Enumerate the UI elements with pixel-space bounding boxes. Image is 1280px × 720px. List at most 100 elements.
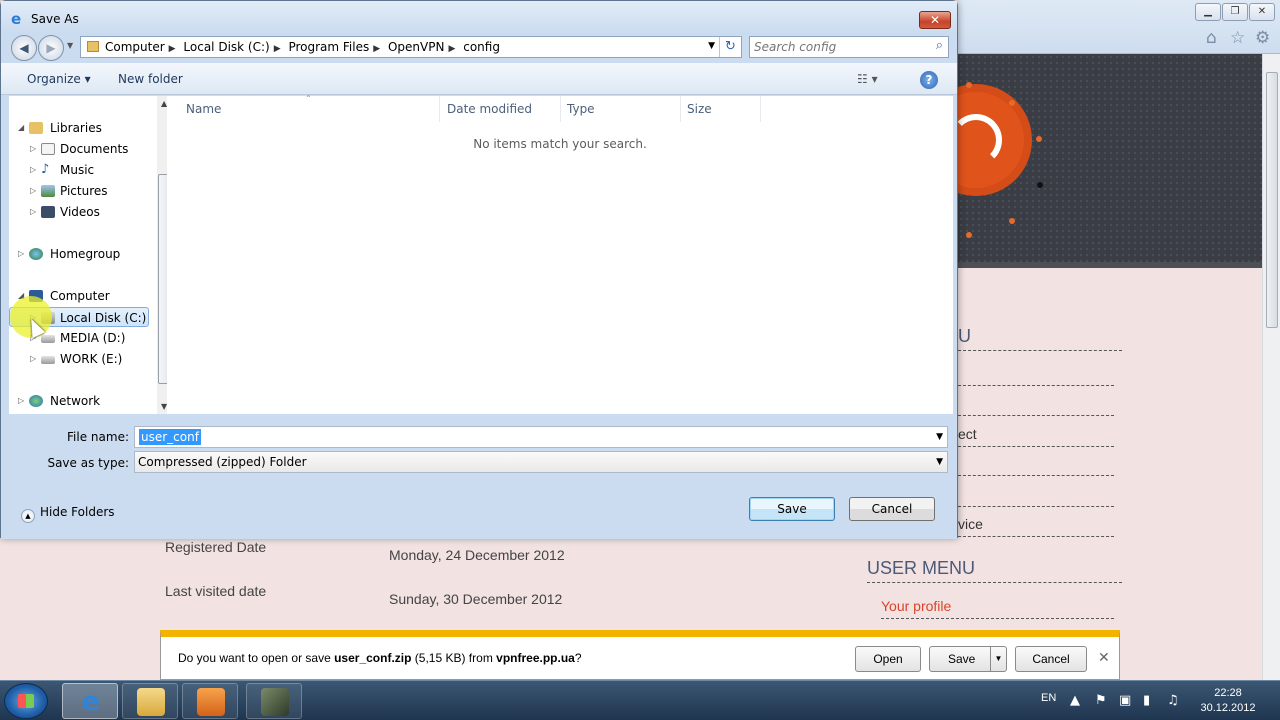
recent-locations-icon[interactable]: ▼ xyxy=(67,41,73,50)
tree-item-homegroup[interactable]: ▷ Homegroup xyxy=(9,244,149,264)
network-icon xyxy=(29,395,43,407)
dialog-title: Save As xyxy=(31,12,79,26)
minimize-button[interactable]: ▁ xyxy=(1195,3,1221,21)
media-player-icon xyxy=(197,688,225,716)
drive-icon xyxy=(41,335,55,343)
tree-item-videos[interactable]: ▷ Videos xyxy=(9,202,149,222)
file-name-dropdown-icon[interactable]: ▼ xyxy=(936,432,943,442)
address-row: ◀ ▶ ▼ Computer ▶ Local Disk (C:) ▶ Program… xyxy=(1,35,957,63)
registered-date-label: Registered Date xyxy=(165,539,267,555)
folder-icon xyxy=(137,688,165,716)
search-input[interactable] xyxy=(754,39,924,55)
notification-save-button[interactable]: Save ▼ xyxy=(929,646,1007,672)
dialog-close-button[interactable]: ✕ xyxy=(919,11,951,29)
browser-close-button[interactable]: ✕ xyxy=(1249,3,1275,21)
breadcrumb-program-files[interactable]: Program Files xyxy=(288,40,369,54)
address-bar[interactable]: Computer ▶ Local Disk (C:) ▶ Program Files… xyxy=(80,36,742,58)
cancel-button[interactable]: Cancel xyxy=(849,497,935,521)
download-notification-bar: Do you want to open or save user_conf.zi… xyxy=(160,630,1120,680)
back-button[interactable]: ◀ xyxy=(11,35,37,61)
file-name-input[interactable]: user_conf xyxy=(139,429,201,445)
action-center-flag-icon[interactable]: ⚑ xyxy=(1095,693,1107,708)
divider xyxy=(958,506,1114,507)
tray-expand-icon[interactable]: ▲ xyxy=(1070,693,1080,708)
tree-item-pictures[interactable]: ▷ Pictures xyxy=(9,181,149,201)
last-visited-label: Last visited date xyxy=(165,583,267,599)
breadcrumb: Computer ▶ Local Disk (C:) ▶ Program Files… xyxy=(105,40,500,54)
breadcrumb-computer[interactable]: Computer xyxy=(105,40,165,54)
restore-button[interactable]: ❐ xyxy=(1222,3,1248,21)
change-view-icon[interactable]: ☷ ▾ xyxy=(857,72,878,86)
ie-logo-icon: e xyxy=(11,10,22,28)
forward-button[interactable]: ▶ xyxy=(38,35,64,61)
save-type-label: Save as type: xyxy=(47,456,129,470)
start-button[interactable] xyxy=(4,683,48,719)
volume-icon[interactable]: ♫ xyxy=(1167,693,1179,708)
download-file-name: user_conf.zip xyxy=(334,651,412,665)
sidebar-link[interactable]: vice xyxy=(958,516,983,532)
save-type-select[interactable]: Compressed (zipped) Folder ▼ xyxy=(134,451,948,473)
folder-icon xyxy=(87,41,99,52)
clock-time: 22:28 xyxy=(1214,687,1242,699)
divider xyxy=(881,618,1114,619)
search-box[interactable]: ⌕ xyxy=(749,36,949,58)
network-signal-icon[interactable]: ▮ xyxy=(1143,693,1150,708)
tree-item-documents[interactable]: ▷ Documents xyxy=(9,139,149,159)
tools-gear-icon[interactable]: ⚙ xyxy=(1255,28,1270,48)
download-message: Do you want to open or save user_conf.zi… xyxy=(178,651,582,665)
sort-arrow-icon: ⌃ xyxy=(305,94,312,103)
column-type[interactable]: Type xyxy=(561,96,681,122)
save-button[interactable]: Save xyxy=(749,497,835,521)
hide-folders-button[interactable]: ▲ Hide Folders xyxy=(21,505,115,523)
taskbar-media-player[interactable] xyxy=(182,683,238,719)
save-type-dropdown-icon[interactable]: ▼ xyxy=(936,457,943,467)
documents-icon xyxy=(41,143,55,155)
openvpn-icon xyxy=(261,688,289,716)
breadcrumb-config[interactable]: config xyxy=(463,40,500,54)
divider xyxy=(958,475,1114,476)
column-size[interactable]: Size xyxy=(681,96,761,122)
divider xyxy=(958,536,1114,537)
search-icon[interactable]: ⌕ xyxy=(936,38,943,53)
drive-icon xyxy=(41,356,55,364)
tree-item-music[interactable]: ▷ ♪ Music xyxy=(9,160,149,180)
registered-date-value: Monday, 24 December 2012 xyxy=(389,547,565,563)
sidebar-link[interactable]: ect xyxy=(958,426,977,442)
taskbar-ie[interactable]: e xyxy=(62,683,118,719)
notification-close-icon[interactable]: ✕ xyxy=(1098,650,1110,666)
page-scrollbar[interactable] xyxy=(1262,54,1280,680)
favorites-star-icon[interactable]: ☆ xyxy=(1230,28,1245,48)
clock[interactable]: 22:28 30.12.2012 xyxy=(1192,686,1264,716)
user-menu-title: USER MENU xyxy=(867,558,976,578)
tree-item-network[interactable]: ▷ Network xyxy=(9,391,149,411)
notification-open-button[interactable]: Open xyxy=(855,646,921,672)
file-name-combo[interactable]: user_conf ▼ xyxy=(134,426,948,448)
save-dropdown-arrow-icon[interactable]: ▼ xyxy=(990,647,1006,671)
clock-date: 30.12.2012 xyxy=(1200,702,1256,714)
file-list: Name ⌃ Date modified Type Size No items … xyxy=(167,94,953,414)
taskbar-explorer[interactable] xyxy=(122,683,178,719)
help-icon[interactable]: ? xyxy=(920,71,938,89)
tray-app-icon[interactable]: ▣ xyxy=(1119,693,1131,708)
taskbar-openvpn[interactable] xyxy=(246,683,302,719)
breadcrumb-openvpn[interactable]: OpenVPN xyxy=(388,40,444,54)
divider xyxy=(958,415,1114,416)
language-indicator[interactable]: EN xyxy=(1041,692,1056,704)
divider xyxy=(958,350,1122,351)
column-date-modified[interactable]: Date modified xyxy=(441,96,561,122)
breadcrumb-local-disk[interactable]: Local Disk (C:) xyxy=(183,40,269,54)
divider xyxy=(958,446,1114,447)
tree-item-libraries[interactable]: ◢ Libraries xyxy=(9,118,149,138)
home-icon[interactable]: ⌂ xyxy=(1206,28,1217,48)
new-folder-button[interactable]: New folder xyxy=(118,72,183,86)
refresh-icon[interactable]: ↻ xyxy=(719,37,741,57)
address-dropdown-icon[interactable]: ▼ xyxy=(708,41,715,51)
your-profile-link[interactable]: Your profile xyxy=(881,598,951,614)
dialog-toolbar: Organize ▾ New folder ☷ ▾ ? xyxy=(1,63,957,95)
file-name-label: File name: xyxy=(67,430,129,444)
dialog-titlebar: e Save As ✕ xyxy=(1,1,957,35)
tree-item-work-e[interactable]: ▷ WORK (E:) xyxy=(9,349,149,369)
notification-cancel-button[interactable]: Cancel xyxy=(1015,646,1087,672)
organize-button[interactable]: Organize ▾ xyxy=(27,72,91,86)
collapse-icon: ▲ xyxy=(21,509,35,523)
